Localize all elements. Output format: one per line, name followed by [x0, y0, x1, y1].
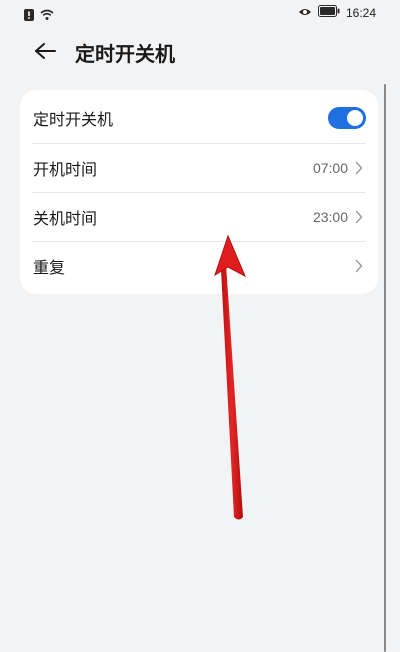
page-title: 定时开关机: [75, 42, 175, 66]
power-on-time-value: 07:00: [312, 160, 348, 176]
repeat-label: 重复: [33, 258, 66, 277]
repeat-row[interactable]: 重复: [32, 242, 366, 290]
scrollbar[interactable]: [384, 84, 386, 652]
arrow-left-icon: [34, 42, 56, 64]
chevron-right-icon: [354, 209, 364, 225]
status-left-icons: [24, 6, 54, 25]
status-bar: 16:24: [0, 0, 400, 26]
status-time: 16:24: [345, 5, 376, 20]
page-header: 定时开关机: [0, 36, 400, 72]
switch-knob: [347, 110, 363, 126]
power-off-time-row[interactable]: 关机时间 23:00: [32, 193, 366, 241]
scheduled-power-label: 定时开关机: [33, 110, 114, 129]
scheduled-power-toggle-row[interactable]: 定时开关机: [32, 94, 366, 142]
power-off-time-value: 23:00: [312, 209, 348, 225]
power-on-time-label: 开机时间: [33, 160, 98, 179]
power-off-time-label: 关机时间: [33, 209, 98, 228]
chevron-right-icon: [354, 258, 364, 274]
battery-icon: [317, 5, 340, 20]
scheduled-power-switch[interactable]: [328, 107, 366, 129]
wifi-icon: [40, 6, 54, 25]
status-right-icons: 16:24: [298, 5, 376, 20]
chevron-right-icon: [354, 160, 364, 176]
eye-icon: [298, 6, 312, 20]
settings-card: 定时开关机 开机时间 07:00 关机时间 23:00 重复: [20, 90, 378, 294]
back-button[interactable]: [30, 38, 60, 68]
power-on-time-row[interactable]: 开机时间 07:00: [32, 144, 366, 192]
alert-icon: [24, 6, 34, 25]
